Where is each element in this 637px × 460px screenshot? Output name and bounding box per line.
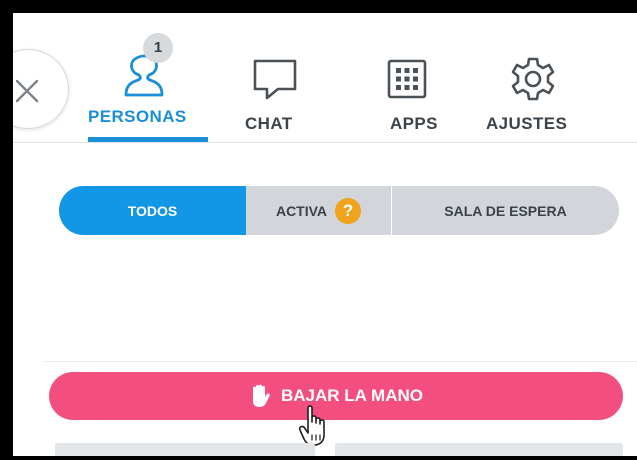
filter-todos[interactable]: TODOS [59, 186, 246, 235]
chat-bubble-icon [253, 59, 297, 100]
filter-sala-de-espera-label: SALA DE ESPERA [444, 202, 567, 219]
tab-apps[interactable]: APPS [379, 13, 459, 141]
tab-personas[interactable]: PERSONAS [79, 13, 219, 141]
tab-bar: PERSONAS 1 CHAT APPS AJUSTES [13, 13, 637, 142]
filter-activa[interactable]: ACTIVA ? [246, 186, 391, 235]
tab-personas-label: PERSONAS [88, 107, 187, 126]
tab-chat-label: CHAT [245, 114, 293, 133]
tab-chat[interactable]: CHAT [239, 13, 319, 141]
tab-ajustes-label: AJUSTES [486, 114, 568, 133]
participant-card[interactable] [335, 443, 623, 456]
filter-activa-label: ACTIVA [275, 202, 328, 219]
participant-card[interactable] [55, 443, 315, 456]
participant-filter: TODOS ACTIVA ? SALA DE ESPERA [59, 186, 619, 235]
apps-grid-icon [387, 59, 427, 99]
filter-todos-label: TODOS [127, 202, 178, 219]
raised-hand-icon [249, 384, 271, 408]
filter-sala-de-espera[interactable]: SALA DE ESPERA [392, 186, 619, 235]
section-divider [45, 361, 637, 362]
tab-divider [13, 142, 637, 143]
gear-icon [511, 57, 555, 101]
personas-count-badge: 1 [143, 33, 173, 63]
lower-hand-button[interactable]: BAJAR LA MANO [49, 372, 623, 420]
tab-ajustes[interactable]: AJUSTES [483, 13, 583, 141]
people-panel: PERSONAS 1 CHAT APPS AJUSTES TODOS ACTIV… [13, 13, 637, 456]
lower-hand-label: BAJAR LA MANO [281, 386, 423, 405]
help-icon[interactable]: ? [335, 197, 362, 224]
tab-apps-label: APPS [390, 114, 438, 133]
